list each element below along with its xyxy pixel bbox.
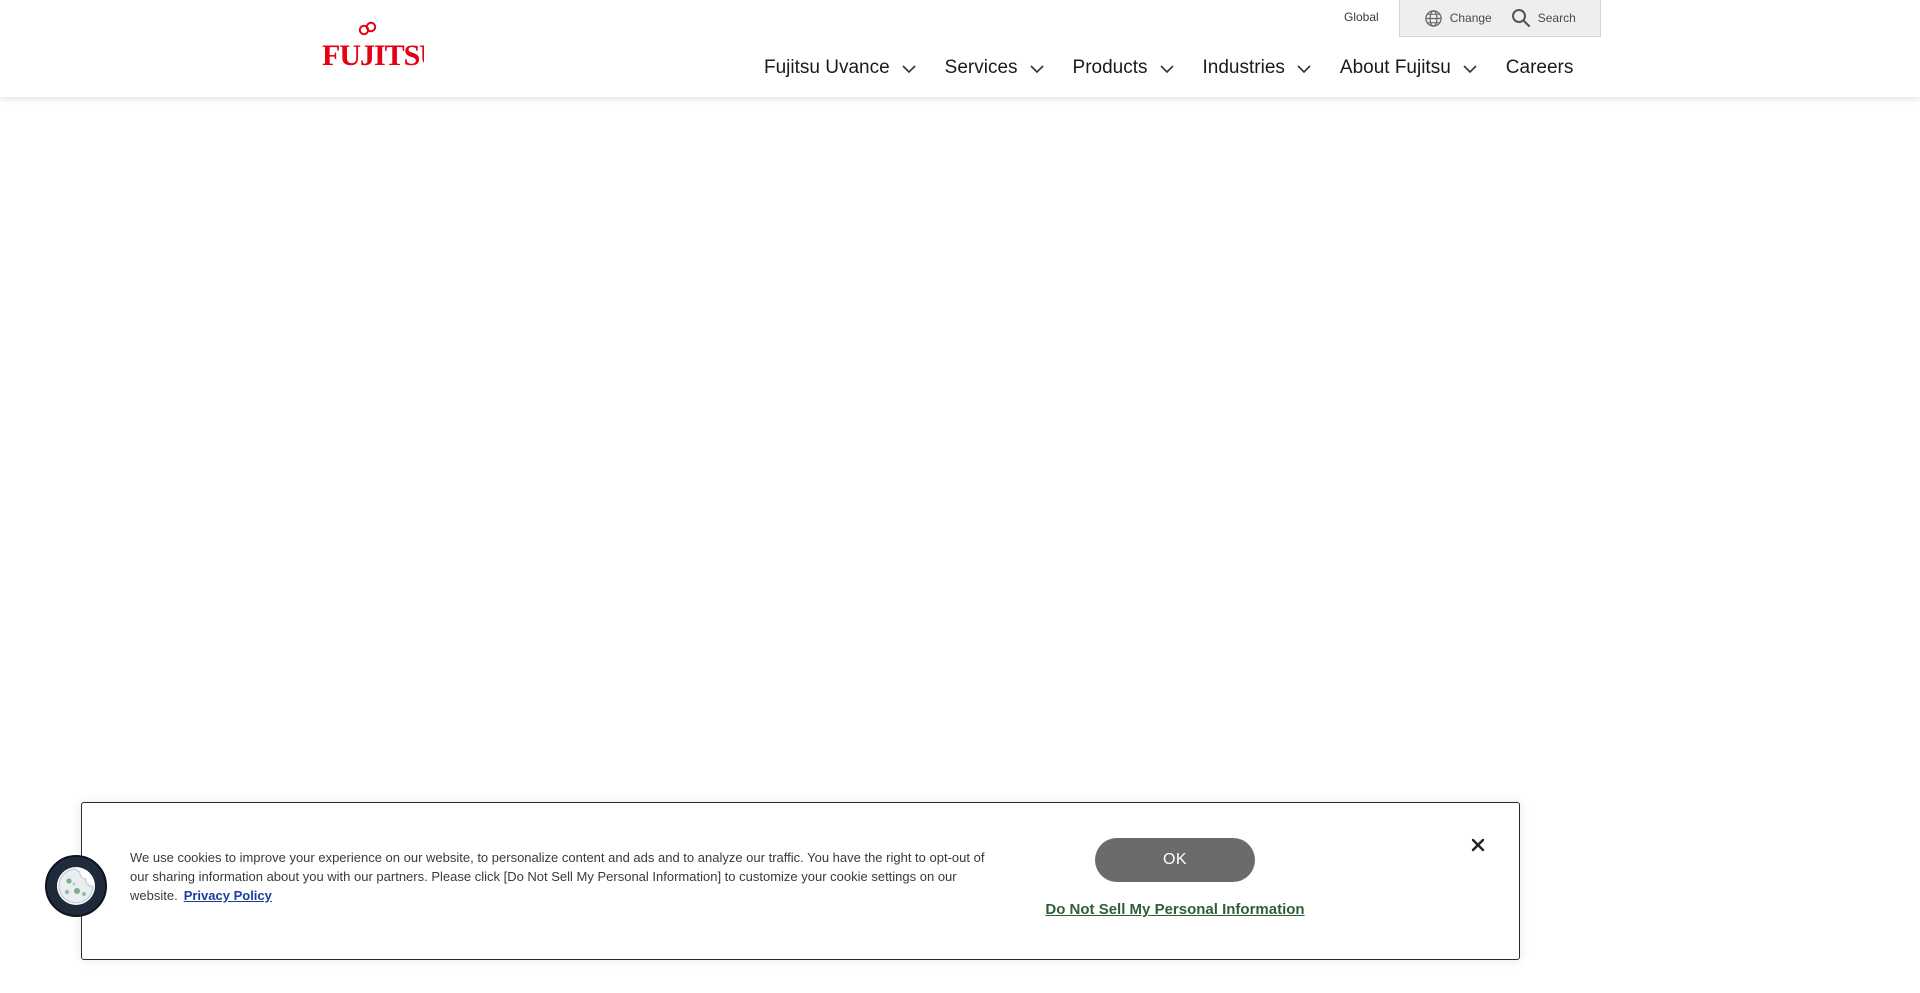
nav-item-label: Careers xyxy=(1505,57,1574,78)
ok-button[interactable]: OK xyxy=(1095,838,1255,882)
nav-item-label: Industries xyxy=(1202,57,1285,78)
cookie-icon xyxy=(57,867,95,905)
chevron-down-icon xyxy=(1029,64,1044,73)
fujitsu-logo-mark: FUJITSU xyxy=(322,21,424,70)
chevron-down-icon xyxy=(1463,64,1477,73)
search-button[interactable]: Search xyxy=(1511,8,1576,28)
change-label: Change xyxy=(1449,11,1492,25)
nav-item-services[interactable]: Services xyxy=(945,57,1044,79)
change-region-button[interactable]: Change xyxy=(1424,9,1492,28)
globe-icon xyxy=(1424,9,1442,27)
nav-item-about-fujitsu[interactable]: About Fujitsu xyxy=(1340,57,1477,79)
nav-item-label: Products xyxy=(1072,57,1148,78)
search-icon xyxy=(1511,9,1530,28)
svg-text:FUJITSU: FUJITSU xyxy=(322,39,424,70)
chevron-down-icon xyxy=(1159,64,1174,73)
nav-item-industries[interactable]: Industries xyxy=(1203,57,1311,79)
nav-item-careers[interactable]: Careers xyxy=(1506,57,1574,79)
close-icon xyxy=(1471,838,1485,852)
do-not-sell-link[interactable]: Do Not Sell My Personal Information xyxy=(1040,901,1310,918)
nav-item-label: Services xyxy=(944,57,1018,78)
chevron-down-icon xyxy=(1297,64,1311,73)
nav-item-fujitsu-uvance[interactable]: Fujitsu Uvance xyxy=(764,57,916,79)
nav-item-products[interactable]: Products xyxy=(1073,57,1174,79)
nav-item-label: About Fujitsu xyxy=(1339,57,1451,78)
site-header: FUJITSU Global Change Search xyxy=(0,0,1920,97)
utility-actions: Change Search xyxy=(1398,0,1601,37)
privacy-policy-link[interactable]: Privacy Policy xyxy=(184,888,272,903)
fujitsu-logo[interactable]: FUJITSU xyxy=(322,20,424,70)
close-banner-button[interactable] xyxy=(1468,835,1488,855)
cookie-banner: We use cookies to improve your experienc… xyxy=(81,802,1520,960)
region-label: Global xyxy=(1344,10,1379,24)
search-label: Search xyxy=(1537,11,1576,25)
cookie-message: We use cookies to improve your experienc… xyxy=(130,848,992,905)
cookie-settings-button[interactable] xyxy=(45,855,107,917)
nav-item-label: Fujitsu Uvance xyxy=(764,57,890,78)
chevron-down-icon xyxy=(902,64,916,73)
main-nav: Fujitsu Uvance Services Products Industr… xyxy=(764,56,1573,80)
utility-bar: Global Change Search xyxy=(1336,0,1601,37)
